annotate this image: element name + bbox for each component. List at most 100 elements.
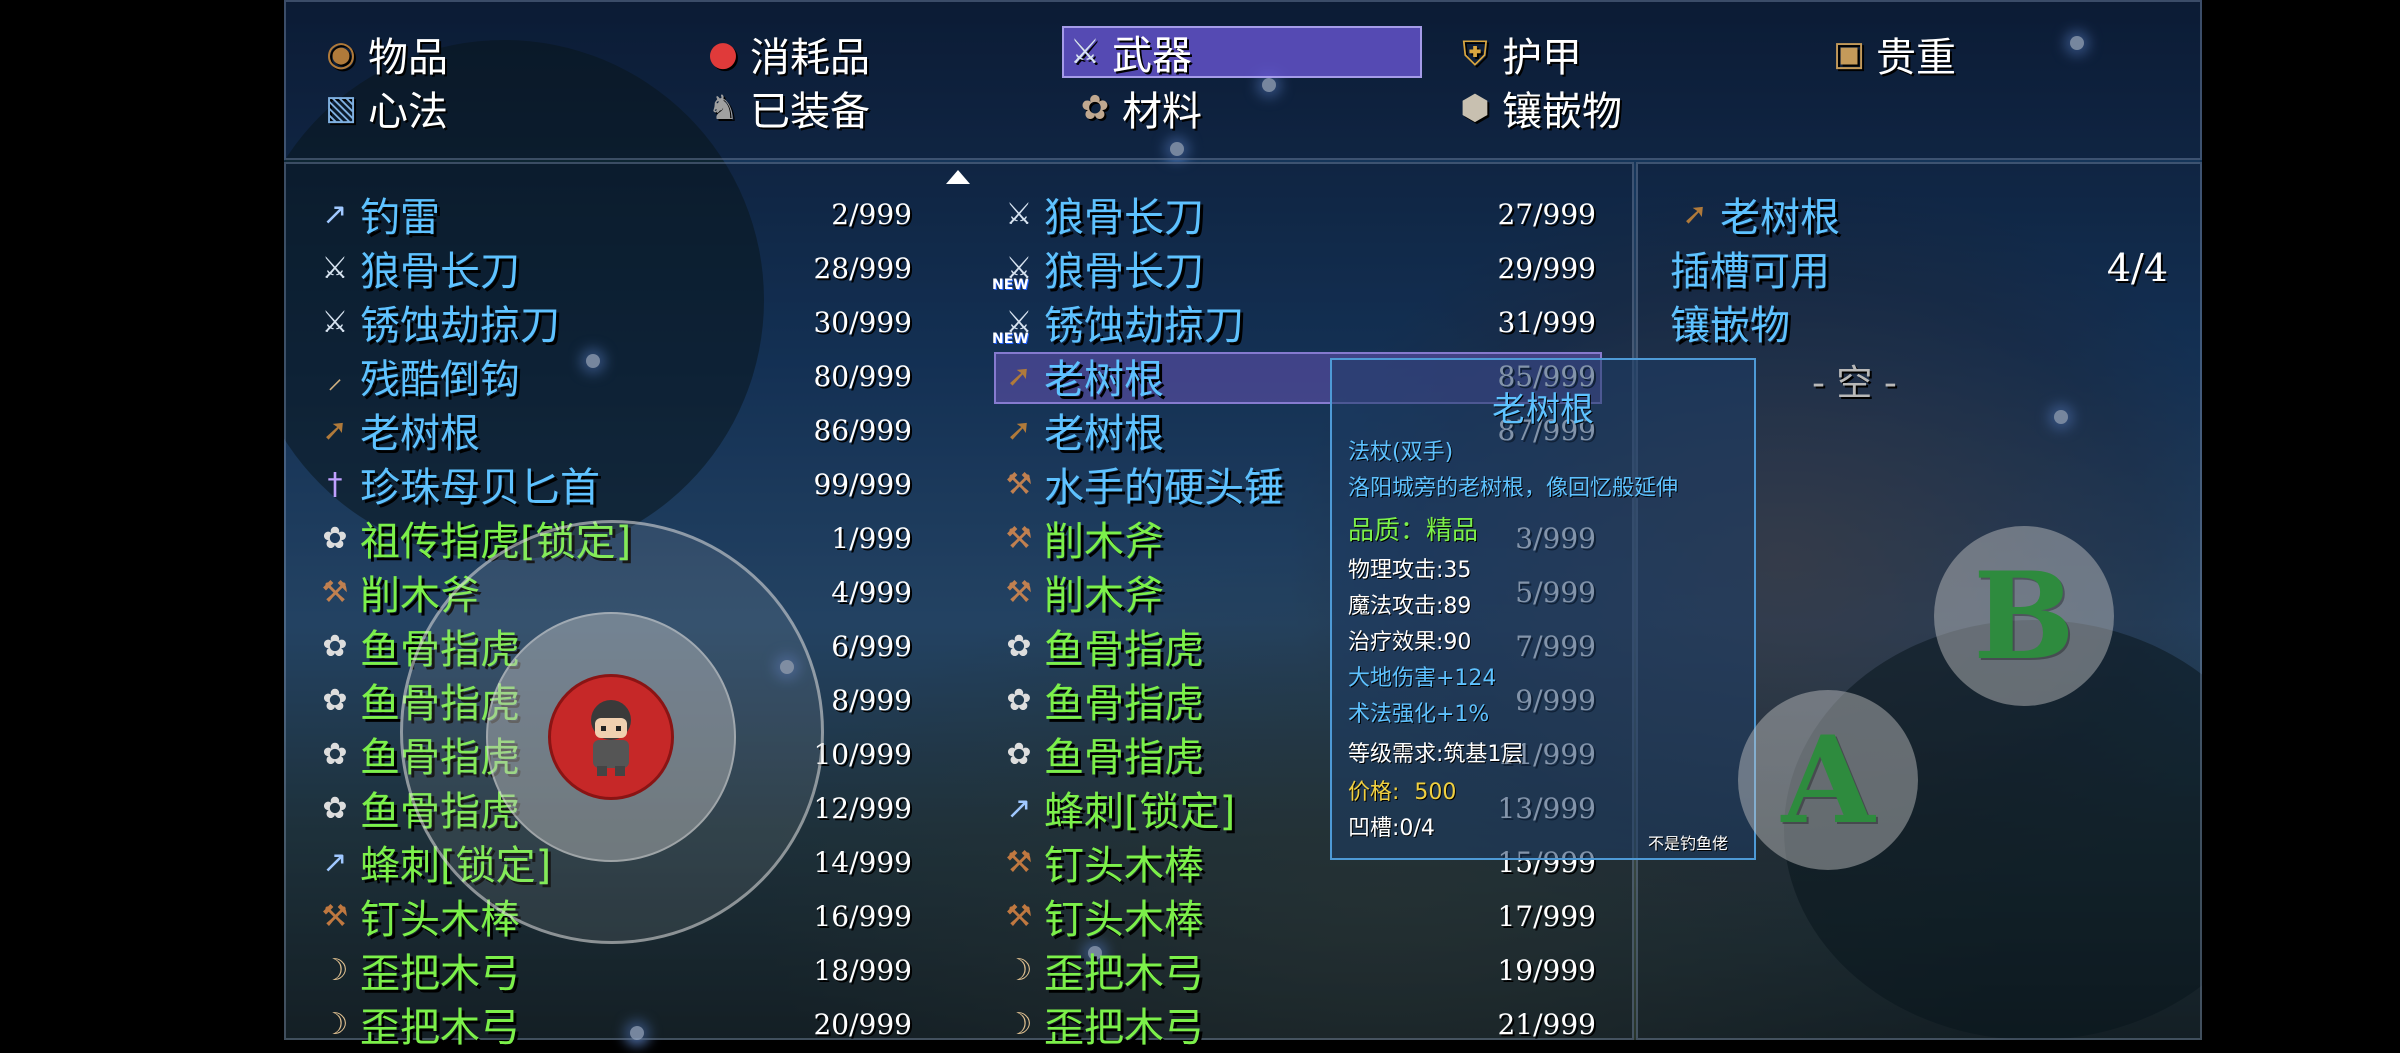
- axe-icon: ⚒: [1005, 574, 1033, 610]
- new-badge: NEW: [992, 331, 1029, 347]
- gem-icon: ⬢: [1460, 88, 1490, 128]
- club-icon: ⚒: [1005, 844, 1033, 880]
- item-count: 99/999: [813, 467, 912, 501]
- tooltip-description: 洛阳城旁的老树根，像回忆般延伸: [1348, 476, 1679, 501]
- item-name: 老树根: [360, 411, 480, 457]
- item-name: 鱼骨指虎: [1044, 627, 1204, 673]
- knuckle-icon: ✿: [322, 736, 348, 772]
- item-name: 水手的硬头锤: [1044, 465, 1284, 511]
- item-name: 钉头木棒: [1044, 843, 1204, 889]
- item-name: 珍珠母贝匕首: [360, 465, 600, 511]
- a-button[interactable]: A: [1738, 690, 1918, 870]
- knuckle-icon: ✿: [1006, 682, 1032, 718]
- inlay-empty-label: - 空 -: [1812, 363, 1897, 404]
- category-techniques[interactable]: ▧ 心法: [320, 82, 448, 135]
- spear-icon: ↗: [1006, 790, 1032, 826]
- item-count: 20/999: [813, 1007, 912, 1041]
- list-item[interactable]: ↗ 钓雷 2/999: [312, 188, 912, 241]
- item-count: 10/999: [813, 737, 912, 771]
- knuckle-icon: ✿: [1006, 736, 1032, 772]
- item-name: 老树根: [1044, 357, 1164, 403]
- category-weapons[interactable]: ⚔ 武器: [1062, 26, 1422, 79]
- list-item[interactable]: ⚔ NEW 锈蚀劫掠刀 31/999: [992, 296, 1596, 349]
- item-name: 歪把木弓: [1044, 1005, 1204, 1051]
- item-count: 31/999: [1497, 305, 1596, 339]
- item-count: 1/999: [831, 521, 912, 555]
- category-armor[interactable]: ⛨ 护甲: [1454, 28, 1582, 81]
- tooltip-level-requirement: 等级需求:筑基1层: [1348, 742, 1524, 767]
- list-item[interactable]: † 珍珠母贝匕首 99/999: [312, 458, 913, 511]
- item-name: 狼骨长刀: [1044, 249, 1204, 295]
- book-icon: ▧: [324, 88, 358, 128]
- bow-icon: ☽: [321, 952, 349, 988]
- category-materials[interactable]: ✿ 材料: [1074, 82, 1202, 135]
- item-count: 18/999: [813, 953, 912, 987]
- item-count: 12/999: [813, 791, 912, 825]
- item-name: 歪把木弓: [360, 951, 520, 997]
- tooltip-quality: 品质：精品: [1348, 516, 1479, 546]
- tooltip-heal: 治疗效果:90: [1348, 630, 1472, 655]
- item-tooltip: 老树根 法杖(双手) 洛阳城旁的老树根，像回忆般延伸 品质：精品 物理攻击:35…: [1330, 358, 1756, 860]
- category-equipped[interactable]: ♞ 已装备: [702, 82, 870, 135]
- bow-icon: ☽: [1005, 952, 1033, 988]
- tooltip-magic-attack: 魔法攻击:89: [1348, 594, 1472, 619]
- detail-item-title: ➚ 老树根: [1672, 188, 1840, 241]
- item-count: 2/999: [831, 197, 912, 231]
- item-name: 鱼骨指虎: [1044, 681, 1204, 727]
- sword-icon: ⚔: [321, 304, 349, 340]
- new-badge: NEW: [992, 277, 1029, 293]
- category-items[interactable]: ◉ 物品: [320, 28, 448, 81]
- list-item[interactable]: ☽ 歪把木弓 18/999: [312, 944, 912, 997]
- tooltip-physical-attack: 物理攻击:35: [1348, 558, 1472, 583]
- category-inlays[interactable]: ⬢ 镶嵌物: [1454, 82, 1622, 135]
- list-item[interactable]: ⚔ 狼骨长刀 27/999: [996, 188, 1596, 241]
- bag-icon: ◉: [326, 34, 356, 74]
- virtual-joystick-knob[interactable]: [548, 674, 674, 800]
- list-item[interactable]: ⸝ 残酷倒钩 80/999: [312, 350, 913, 403]
- shield-icon: ⛨: [1462, 34, 1488, 74]
- tooltip-footer: 不是钓鱼佬: [1648, 834, 1729, 853]
- b-button[interactable]: B: [1934, 526, 2114, 706]
- item-count: 80/999: [813, 359, 912, 393]
- item-name: 钓雷: [360, 195, 440, 241]
- axe-icon: ⚒: [1005, 520, 1033, 556]
- list-item[interactable]: ⚔ 狼骨长刀 28/999: [312, 242, 912, 295]
- item-count: 30/999: [813, 305, 912, 339]
- chest-icon: ▣: [1832, 34, 1866, 74]
- item-name: 老树根: [1044, 411, 1164, 457]
- knuckle-icon: ✿: [322, 628, 348, 664]
- hook-blade-icon: ⸝: [327, 360, 343, 396]
- item-count: 21/999: [1497, 1007, 1596, 1041]
- sword-icon: ⚔ NEW: [992, 304, 1033, 348]
- category-consumables[interactable]: ● 消耗品: [702, 28, 870, 81]
- category-valuables[interactable]: ▣ 贵重: [1828, 28, 1956, 81]
- list-item[interactable]: ⚔ NEW 狼骨长刀 29/999: [992, 242, 1596, 295]
- potion-icon: ●: [708, 34, 738, 74]
- staff-icon: ➚: [1682, 196, 1708, 232]
- item-count: 28/999: [813, 251, 912, 285]
- list-item[interactable]: ☽ 歪把木弓 19/999: [996, 944, 1596, 997]
- item-count: 19/999: [1497, 953, 1596, 987]
- detail-inlay-label: 镶嵌物: [1670, 303, 1790, 349]
- tooltip-title: 老树根: [1492, 390, 1594, 430]
- tooltip-type: 法杖(双手): [1348, 440, 1454, 465]
- item-name: 狼骨长刀: [1044, 195, 1204, 241]
- list-item[interactable]: ⚔ 锈蚀劫掠刀 30/999: [312, 296, 912, 349]
- knuckle-icon: ✿: [322, 520, 348, 556]
- knuckle-icon: ✿: [1006, 628, 1032, 664]
- armor-icon: ♞: [707, 88, 739, 128]
- item-name: 锈蚀劫掠刀: [360, 303, 560, 349]
- item-count: 4/999: [831, 575, 912, 609]
- item-name: 歪把木弓: [1044, 951, 1204, 997]
- list-item[interactable]: ➚ 老树根 86/999: [312, 404, 912, 457]
- detail-slots-row: 插槽可用 4/4: [1670, 246, 2168, 295]
- sword-icon: ⚔: [321, 250, 349, 286]
- list-item[interactable]: ☽ 歪把木弓 21/999: [996, 998, 1596, 1051]
- staff-icon: ➚: [1006, 412, 1032, 448]
- slots-value: 4/4: [2106, 246, 2168, 290]
- list-item[interactable]: ⚒ 钉头木棒 17/999: [996, 890, 1596, 943]
- item-count: 14/999: [813, 845, 912, 879]
- item-count: 86/999: [813, 413, 912, 447]
- scroll-up-arrow[interactable]: [946, 170, 970, 184]
- list-item[interactable]: ☽ 歪把木弓 20/999: [312, 998, 912, 1051]
